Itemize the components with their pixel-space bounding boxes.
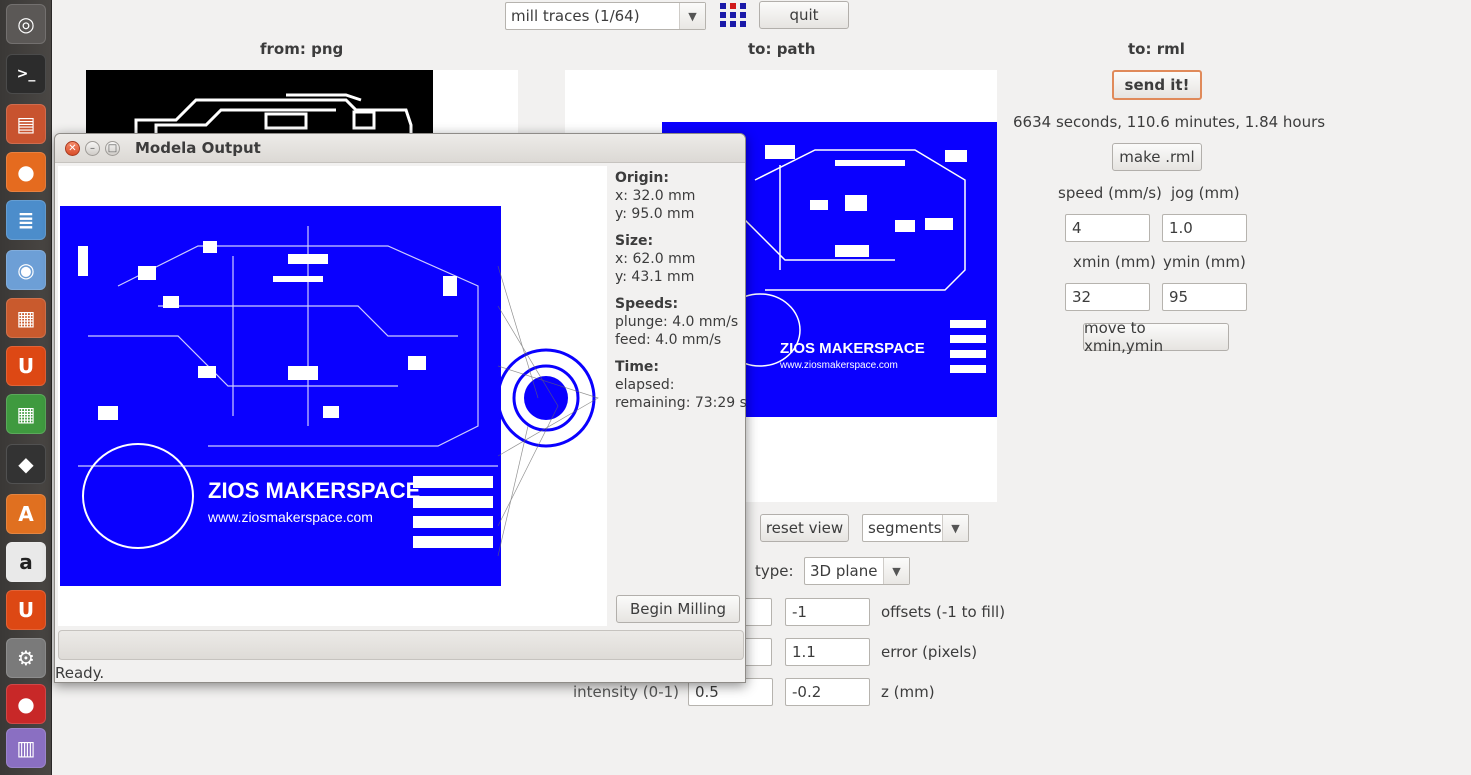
type-label: type: <box>755 562 794 580</box>
ymin-label: ymin (mm) <box>1163 253 1246 271</box>
ubuntu-one-icon[interactable]: U <box>6 346 46 386</box>
speed-label: speed (mm/s) <box>1058 184 1162 202</box>
settings-icon[interactable]: ⚙ <box>6 638 46 678</box>
firefox-icon[interactable]: ● <box>6 152 46 192</box>
grid-icon[interactable] <box>719 2 747 28</box>
xmin-input[interactable] <box>1065 283 1150 311</box>
launcher: ◎ >_ ▤ ● ≣ ◉ ▦ U ▦ ◆ A a U ⚙ ● ▥ <box>0 0 52 775</box>
dialog-titlebar[interactable]: ✕ – □ Modela Output <box>55 134 745 163</box>
chevron-down-icon: ▼ <box>883 558 909 584</box>
type-select-value: 3D plane <box>810 562 878 580</box>
chromium-icon[interactable]: ◉ <box>6 250 46 290</box>
software-center-icon[interactable]: A <box>6 494 46 534</box>
writer-icon[interactable]: ≣ <box>6 200 46 240</box>
speeds-heading: Speeds: <box>615 296 679 312</box>
maximize-icon[interactable]: □ <box>105 141 120 156</box>
begin-milling-button[interactable]: Begin Milling <box>616 595 740 623</box>
workspace-icon[interactable]: ▥ <box>6 728 46 768</box>
process-select-value: mill traces (1/64) <box>511 7 640 25</box>
ubuntu-one-music-icon[interactable]: U <box>6 590 46 630</box>
elapsed-time: elapsed: <box>615 377 675 393</box>
remaining-time: remaining: 73:29 s <box>615 395 747 411</box>
type-select[interactable]: 3D plane ▼ <box>804 557 910 585</box>
size-y: y: 43.1 mm <box>615 269 695 285</box>
amazon-icon[interactable]: a <box>6 542 46 582</box>
origin-heading: Origin: <box>615 170 669 186</box>
plunge-speed: plunge: 4.0 mm/s <box>615 314 739 330</box>
board-brand: ZIOS MAKERSPACE <box>780 340 925 357</box>
jog-input[interactable] <box>1162 214 1247 242</box>
toolpath-canvas[interactable]: ZIOS MAKERSPACE www.ziosmakerspace.com <box>58 166 607 626</box>
process-select[interactable]: mill traces (1/64) ▼ <box>505 2 706 30</box>
app-icon[interactable]: ● <box>6 684 46 724</box>
terminal-icon[interactable]: >_ <box>6 54 46 94</box>
dash-icon[interactable]: ◎ <box>6 4 46 44</box>
origin-y: y: 95.0 mm <box>615 206 695 222</box>
canvas-board-brand: ZIOS MAKERSPACE <box>208 478 420 503</box>
make-rml-button[interactable]: make .rml <box>1112 143 1202 171</box>
calc-icon[interactable]: ▦ <box>6 394 46 434</box>
size-heading: Size: <box>615 233 654 249</box>
ymin-input[interactable] <box>1162 283 1247 311</box>
error-label: error (pixels) <box>881 643 978 661</box>
board-url: www.ziosmakerspace.com <box>779 360 898 371</box>
time-heading: Time: <box>615 359 660 375</box>
chevron-down-icon: ▼ <box>679 3 705 29</box>
files-icon[interactable]: ▤ <box>6 104 46 144</box>
feed-speed: feed: 4.0 mm/s <box>615 332 722 348</box>
quit-button[interactable]: quit <box>759 1 849 29</box>
jog-label: jog (mm) <box>1171 184 1240 202</box>
png-preview <box>86 70 518 134</box>
display-select[interactable]: segments ▼ <box>862 514 969 542</box>
xmin-label: xmin (mm) <box>1073 253 1156 271</box>
modela-output-dialog: ✕ – □ Modela Output ZIOS MAKERSPACE www.… <box>54 133 747 683</box>
time-estimate: 6634 seconds, 110.6 minutes, 1.84 hours <box>1013 113 1326 131</box>
z-input[interactable] <box>785 678 870 706</box>
inkscape-icon[interactable]: ◆ <box>6 444 46 484</box>
origin-x: x: 32.0 mm <box>615 188 696 204</box>
chevron-down-icon: ▼ <box>942 515 968 541</box>
display-select-value: segments <box>868 519 942 537</box>
impress-icon[interactable]: ▦ <box>6 298 46 338</box>
close-icon[interactable]: ✕ <box>65 141 80 156</box>
from-png-header: from: png <box>260 40 344 58</box>
move-to-xmin-ymin-button[interactable]: move to xmin,ymin <box>1083 319 1229 355</box>
progress-bar <box>58 630 744 660</box>
send-it-button[interactable]: send it! <box>1112 70 1202 100</box>
offsets-label: offsets (-1 to fill) <box>881 603 1006 621</box>
z-label: z (mm) <box>881 683 935 701</box>
size-x: x: 62.0 mm <box>615 251 696 267</box>
dialog-info-panel: Origin: x: 32.0 mm y: 95.0 mm Size: x: 6… <box>615 169 747 412</box>
status-text: Ready. <box>55 664 105 682</box>
diameter-input[interactable] <box>742 598 772 626</box>
reset-view-button[interactable]: reset view <box>760 514 849 542</box>
dialog-title: Modela Output <box>135 139 261 157</box>
overlap-input[interactable] <box>742 638 772 666</box>
error-input[interactable] <box>785 638 870 666</box>
speed-input[interactable] <box>1065 214 1150 242</box>
canvas-board-url: www.ziosmakerspace.com <box>207 509 373 525</box>
offsets-input[interactable] <box>785 598 870 626</box>
minimize-icon[interactable]: – <box>85 141 100 156</box>
to-path-header: to: path <box>748 40 816 58</box>
to-rml-header: to: rml <box>1128 40 1185 58</box>
intensity-label: intensity (0-1) <box>573 683 680 701</box>
